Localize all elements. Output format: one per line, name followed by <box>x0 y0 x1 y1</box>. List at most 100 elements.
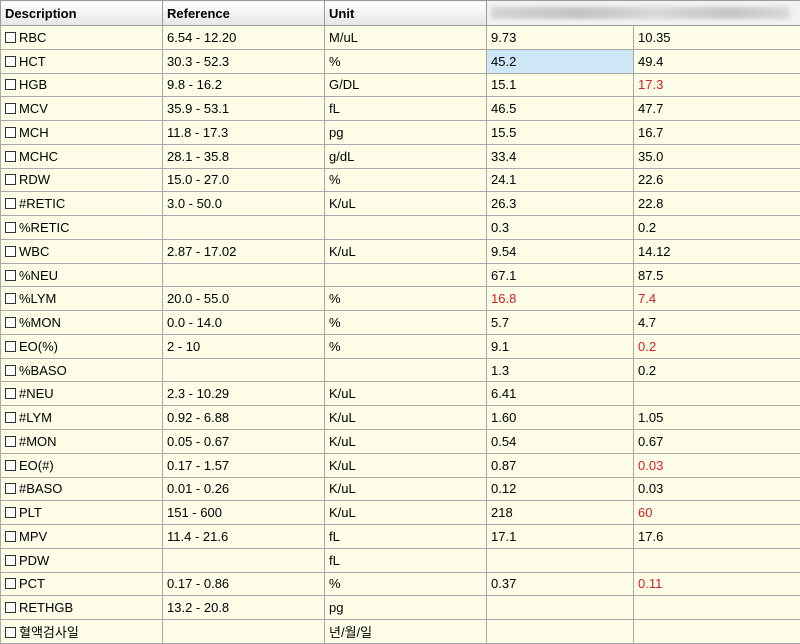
reference-cell[interactable]: 11.8 - 17.3 <box>162 120 325 145</box>
table-row[interactable]: %LYM 20.0 - 55.0% 16.8 7.4 <box>0 286 800 312</box>
reference-cell[interactable]: 3.0 - 50.0 <box>162 191 325 217</box>
table-row[interactable]: RDW 15.0 - 27.0% 24.1 22.6 <box>0 167 800 193</box>
description-cell[interactable]: MCHC <box>0 143 163 169</box>
unit-cell[interactable]: K/uL <box>324 476 487 502</box>
table-row[interactable]: EO(#) 0.17 - 1.57 K/uL 0.87 0.03 <box>0 452 800 478</box>
result-cell-2[interactable] <box>633 547 800 573</box>
row-checkbox[interactable] <box>5 627 16 639</box>
table-row[interactable]: %BASO 1.3 0.2 <box>0 357 800 383</box>
description-cell[interactable]: MCV <box>0 96 163 122</box>
table-row[interactable]: RETHGB 13.2 - 20.8 pg <box>0 595 800 621</box>
unit-cell[interactable]: K/uL <box>324 238 487 264</box>
result-cell-2[interactable]: 22.6 <box>633 167 800 193</box>
reference-cell[interactable]: 20.0 - 55.0 <box>162 286 325 312</box>
unit-cell[interactable]: % <box>324 48 487 74</box>
reference-cell[interactable]: 15.0 - 27.0 <box>162 167 325 193</box>
table-row[interactable]: EO(%) 2 - 10% 9.1 0.2 <box>0 333 800 359</box>
result-cell-2[interactable]: 0.2 <box>633 333 800 359</box>
result-cell-1[interactable]: 0.87 <box>486 452 634 478</box>
unit-cell[interactable]: % <box>324 333 487 359</box>
reference-cell[interactable]: 0.01 - 0.26 <box>162 476 325 502</box>
column-header-redacted-date[interactable] <box>486 0 800 26</box>
unit-cell[interactable]: K/uL <box>324 429 487 454</box>
table-row[interactable]: HGB 9.8 - 16.2 G/DL 15.1 17.3 <box>0 72 800 98</box>
reference-cell[interactable]: 2.87 - 17.02 <box>162 238 325 264</box>
table-row[interactable]: PLT 151 - 600 K/uL 218 60 <box>0 500 800 526</box>
reference-cell[interactable]: 13.2 - 20.8 <box>162 595 325 621</box>
description-cell[interactable]: #LYM <box>0 405 163 431</box>
result-cell-2[interactable] <box>633 381 800 407</box>
row-checkbox[interactable] <box>5 269 16 281</box>
row-checkbox[interactable] <box>5 150 16 162</box>
result-cell-1[interactable]: 9.1 <box>486 333 634 359</box>
result-cell-2[interactable]: 7.4 <box>633 286 800 312</box>
unit-cell[interactable]: pg <box>324 120 487 145</box>
description-cell[interactable]: 혈액검사일 <box>0 619 163 644</box>
unit-cell[interactable]: % <box>324 167 487 193</box>
unit-cell[interactable]: G/DL <box>324 72 487 98</box>
reference-cell[interactable]: 35.9 - 53.1 <box>162 96 325 122</box>
description-cell[interactable]: RDW <box>0 167 163 193</box>
reference-cell[interactable]: 0.92 - 6.88 <box>162 405 325 431</box>
row-checkbox[interactable] <box>5 388 16 400</box>
description-cell[interactable]: %LYM <box>0 286 163 312</box>
table-row[interactable]: PCT 0.17 - 0.86% 0.37 0.11 <box>0 571 800 597</box>
table-row[interactable]: #LYM 0.92 - 6.88 K/uL 1.60 1.05 <box>0 405 800 431</box>
row-checkbox[interactable] <box>5 364 16 376</box>
result-cell-2[interactable]: 0.03 <box>633 452 800 478</box>
result-cell-1[interactable]: 218 <box>486 500 634 526</box>
reference-cell[interactable]: 0.17 - 0.86 <box>162 571 325 597</box>
result-cell-1[interactable]: 9.73 <box>486 25 634 50</box>
description-cell[interactable]: %RETIC <box>0 215 163 240</box>
unit-cell[interactable]: K/uL <box>324 500 487 526</box>
reference-cell[interactable] <box>162 547 325 573</box>
row-checkbox[interactable] <box>5 198 16 210</box>
unit-cell[interactable] <box>324 262 487 288</box>
table-row[interactable]: RBC 6.54 - 12.20 M/uL 9.73 10.35 <box>0 25 800 50</box>
reference-cell[interactable]: 0.17 - 1.57 <box>162 452 325 478</box>
unit-cell[interactable]: pg <box>324 595 487 621</box>
unit-cell[interactable]: K/uL <box>324 452 487 478</box>
result-cell-1[interactable]: 0.37 <box>486 571 634 597</box>
row-checkbox[interactable] <box>5 340 16 352</box>
result-cell-2[interactable]: 0.03 <box>633 476 800 502</box>
table-row[interactable]: #BASO 0.01 - 0.26 K/uL 0.12 0.03 <box>0 476 800 502</box>
description-cell[interactable]: WBC <box>0 238 163 264</box>
row-checkbox[interactable] <box>5 459 16 471</box>
row-checkbox[interactable] <box>5 293 16 305</box>
description-cell[interactable]: %BASO <box>0 357 163 383</box>
description-cell[interactable]: PCT <box>0 571 163 597</box>
reference-cell[interactable]: 28.1 - 35.8 <box>162 143 325 169</box>
unit-cell[interactable]: fL <box>324 547 487 573</box>
unit-cell[interactable]: fL <box>324 96 487 122</box>
description-cell[interactable]: #BASO <box>0 476 163 502</box>
description-cell[interactable]: HGB <box>0 72 163 98</box>
description-cell[interactable]: PDW <box>0 547 163 573</box>
result-cell-2[interactable]: 22.8 <box>633 191 800 217</box>
row-checkbox[interactable] <box>5 412 16 424</box>
result-cell-2[interactable] <box>633 595 800 621</box>
result-cell-2[interactable]: 10.35 <box>633 25 800 50</box>
result-cell-2[interactable]: 35.0 <box>633 143 800 169</box>
result-cell-1[interactable]: 15.1 <box>486 72 634 98</box>
description-cell[interactable]: RETHGB <box>0 595 163 621</box>
description-cell[interactable]: PLT <box>0 500 163 526</box>
result-cell-1[interactable] <box>486 547 634 573</box>
description-cell[interactable]: %MON <box>0 310 163 335</box>
unit-cell[interactable]: 년/월/일 <box>324 619 487 644</box>
result-cell-2[interactable]: 4.7 <box>633 310 800 335</box>
unit-cell[interactable] <box>324 357 487 383</box>
result-cell-1[interactable]: 0.54 <box>486 429 634 454</box>
description-cell[interactable]: %NEU <box>0 262 163 288</box>
result-cell-1[interactable]: 0.3 <box>486 215 634 240</box>
table-row[interactable]: #MON 0.05 - 0.67 K/uL 0.54 0.67 <box>0 429 800 454</box>
reference-cell[interactable] <box>162 357 325 383</box>
unit-cell[interactable] <box>324 215 487 240</box>
row-checkbox[interactable] <box>5 245 16 257</box>
table-row[interactable]: WBC 2.87 - 17.02 K/uL 9.54 14.12 <box>0 238 800 264</box>
row-checkbox[interactable] <box>5 317 16 329</box>
unit-cell[interactable]: % <box>324 310 487 335</box>
description-cell[interactable]: MCH <box>0 120 163 145</box>
row-checkbox[interactable] <box>5 483 16 495</box>
unit-cell[interactable]: g/dL <box>324 143 487 169</box>
